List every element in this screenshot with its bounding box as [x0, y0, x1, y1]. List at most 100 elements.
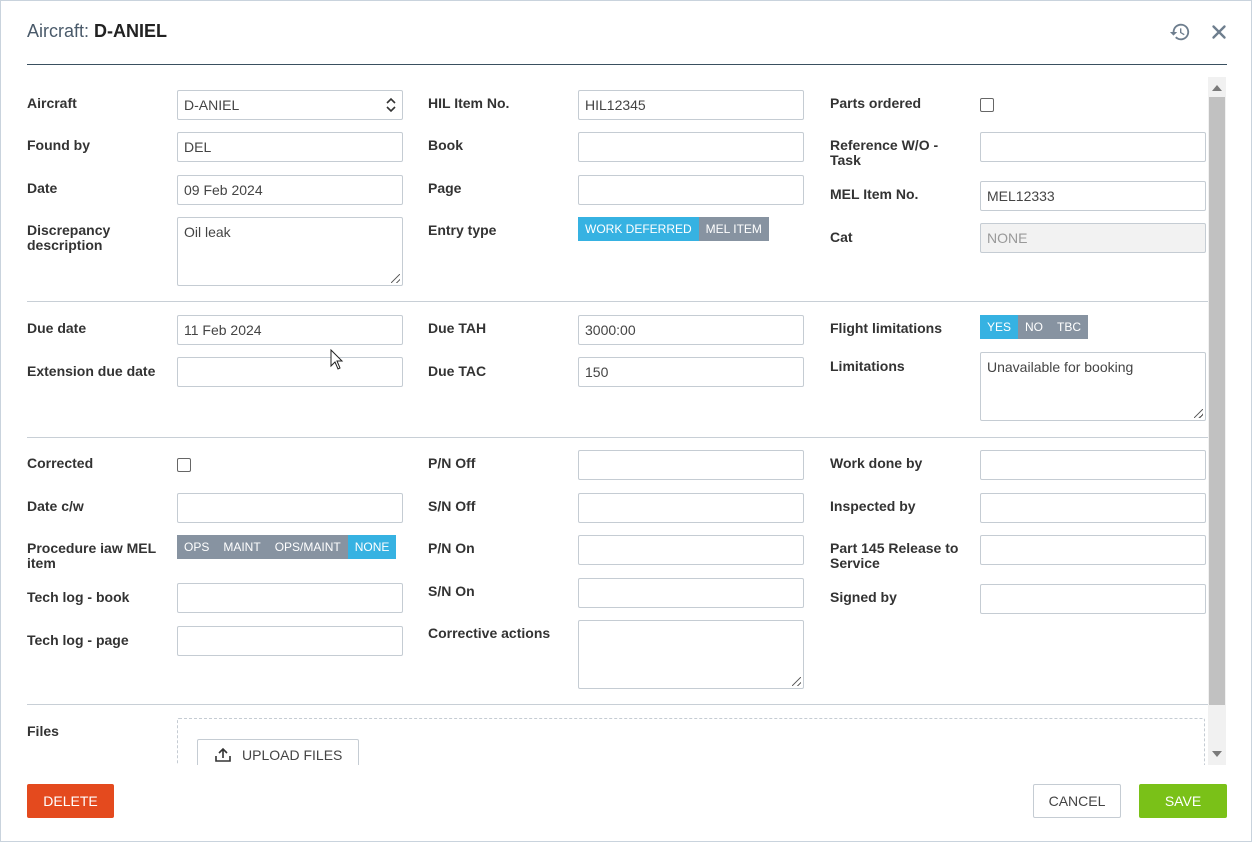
- reference-wo-label: Reference W/O - Task: [830, 137, 939, 168]
- tech-log-page-field[interactable]: [177, 626, 403, 656]
- reference-wo-field[interactable]: [980, 132, 1206, 162]
- title-prefix: Aircraft:: [27, 21, 90, 41]
- corrected-label: Corrected: [27, 455, 94, 471]
- dialog-header: Aircraft: D-ANIEL: [27, 1, 1227, 65]
- inspected-by-field[interactable]: [980, 493, 1206, 523]
- select-arrows-icon: [386, 97, 396, 113]
- entry-type-toggle: WORK DEFERRED MEL ITEM: [578, 217, 769, 241]
- due-tac-label: Due TAC: [428, 363, 487, 379]
- limitations-label: Limitations: [830, 358, 905, 374]
- due-tah-field[interactable]: 3000:00: [578, 315, 804, 345]
- found-by-field[interactable]: DEL: [177, 132, 403, 162]
- book-label: Book: [428, 137, 463, 153]
- vertical-scrollbar[interactable]: [1208, 77, 1226, 765]
- scroll-up-icon[interactable]: [1212, 85, 1222, 91]
- signed-by-label: Signed by: [830, 589, 897, 605]
- resize-grip-icon[interactable]: [792, 677, 801, 686]
- cancel-button[interactable]: CANCEL: [1033, 784, 1121, 818]
- work-done-by-label: Work done by: [830, 455, 923, 471]
- corrective-actions-textarea[interactable]: [578, 620, 804, 689]
- procedure-toggle: OPS MAINT OPS/MAINT NONE: [177, 535, 397, 559]
- corrected-checkbox[interactable]: [177, 458, 191, 472]
- cat-label: Cat: [830, 229, 853, 245]
- title-aircraft: D-ANIEL: [94, 21, 168, 41]
- page-field[interactable]: [578, 175, 804, 205]
- found-by-label: Found by: [27, 137, 90, 153]
- pn-on-label: P/N On: [428, 540, 475, 556]
- mel-item-label: MEL Item No.: [830, 186, 919, 202]
- flight-limitations-tbc[interactable]: TBC: [1050, 315, 1089, 339]
- flight-limitations-no[interactable]: NO: [1018, 315, 1051, 339]
- delete-button[interactable]: DELETE: [27, 784, 114, 818]
- tech-log-book-field[interactable]: [177, 583, 403, 613]
- procedure-maint[interactable]: MAINT: [216, 535, 268, 559]
- aircraft-label: Aircraft: [27, 95, 77, 111]
- extension-due-date-field[interactable]: [177, 357, 403, 387]
- close-icon[interactable]: [1208, 21, 1230, 43]
- scroll-down-icon[interactable]: [1212, 751, 1222, 757]
- flight-limitations-yes[interactable]: YES: [980, 315, 1019, 339]
- due-tac-field[interactable]: 150: [578, 357, 804, 387]
- work-done-by-field[interactable]: [980, 450, 1206, 480]
- parts-ordered-label: Parts ordered: [830, 95, 922, 111]
- dialog-body: Aircraft D-ANIEL Found by DEL Date 09 Fe…: [27, 77, 1227, 765]
- sn-off-field[interactable]: [578, 493, 804, 523]
- aircraft-select-value: D-ANIEL: [184, 97, 240, 113]
- sn-off-label: S/N Off: [428, 498, 476, 514]
- limitations-value: Unavailable for booking: [987, 359, 1134, 375]
- due-tah-label: Due TAH: [428, 320, 487, 336]
- section-divider: [27, 437, 1208, 438]
- discrepancy-value: Oil leak: [184, 224, 231, 240]
- signed-by-field[interactable]: [980, 584, 1206, 614]
- procedure-ops[interactable]: OPS: [177, 535, 217, 559]
- page-label: Page: [428, 180, 462, 196]
- upload-icon: [215, 747, 231, 762]
- part145-field[interactable]: [980, 535, 1206, 565]
- section-divider: [27, 301, 1208, 302]
- upload-files-button[interactable]: UPLOAD FILES: [197, 739, 359, 765]
- save-button[interactable]: SAVE: [1139, 784, 1227, 818]
- aircraft-select[interactable]: D-ANIEL: [177, 90, 403, 120]
- corrective-actions-label: Corrective actions: [428, 625, 551, 641]
- cat-field: NONE: [980, 223, 1206, 253]
- discrepancy-textarea[interactable]: Oil leak: [177, 217, 403, 286]
- extension-due-date-label: Extension due date: [27, 363, 156, 379]
- mel-item-field[interactable]: MEL12333: [980, 181, 1206, 211]
- inspected-by-label: Inspected by: [830, 498, 916, 514]
- section-divider: [27, 704, 1208, 705]
- entry-type-label: Entry type: [428, 222, 497, 238]
- sn-on-label: S/N On: [428, 583, 475, 599]
- procedure-none[interactable]: NONE: [347, 535, 397, 559]
- date-cw-label: Date c/w: [27, 498, 84, 514]
- resize-grip-icon[interactable]: [1194, 409, 1203, 418]
- limitations-textarea[interactable]: Unavailable for booking: [980, 352, 1206, 421]
- due-date-label: Due date: [27, 320, 87, 336]
- parts-ordered-checkbox[interactable]: [980, 98, 994, 112]
- procedure-label: Procedure iaw MEL item: [27, 540, 156, 571]
- discrepancy-label: Discrepancy description: [27, 222, 111, 253]
- resize-grip-icon[interactable]: [391, 274, 400, 283]
- book-field[interactable]: [578, 132, 804, 162]
- hil-item-label: HIL Item No.: [428, 95, 510, 111]
- due-date-field[interactable]: 11 Feb 2024: [177, 315, 403, 345]
- entry-type-mel-item[interactable]: MEL ITEM: [698, 217, 769, 241]
- date-label: Date: [27, 180, 58, 196]
- pn-on-field[interactable]: [578, 535, 804, 565]
- date-field[interactable]: 09 Feb 2024: [177, 175, 403, 205]
- tech-log-page-label: Tech log - page: [27, 632, 129, 648]
- pn-off-field[interactable]: [578, 450, 804, 480]
- part145-label: Part 145 Release to Service: [830, 540, 959, 571]
- hil-item-field[interactable]: HIL12345: [578, 90, 804, 120]
- entry-type-work-deferred[interactable]: WORK DEFERRED: [578, 217, 699, 241]
- files-label: Files: [27, 723, 59, 739]
- upload-files-label: UPLOAD FILES: [242, 747, 343, 763]
- sn-on-field[interactable]: [578, 578, 804, 608]
- mouse-cursor-icon: [330, 349, 344, 370]
- procedure-ops-maint[interactable]: OPS/MAINT: [267, 535, 348, 559]
- scrollbar-thumb[interactable]: [1209, 97, 1225, 705]
- history-icon[interactable]: [1169, 21, 1191, 43]
- pn-off-label: P/N Off: [428, 455, 476, 471]
- tech-log-book-label: Tech log - book: [27, 589, 130, 605]
- date-cw-field[interactable]: [177, 493, 403, 523]
- dialog-title: Aircraft: D-ANIEL: [27, 21, 167, 42]
